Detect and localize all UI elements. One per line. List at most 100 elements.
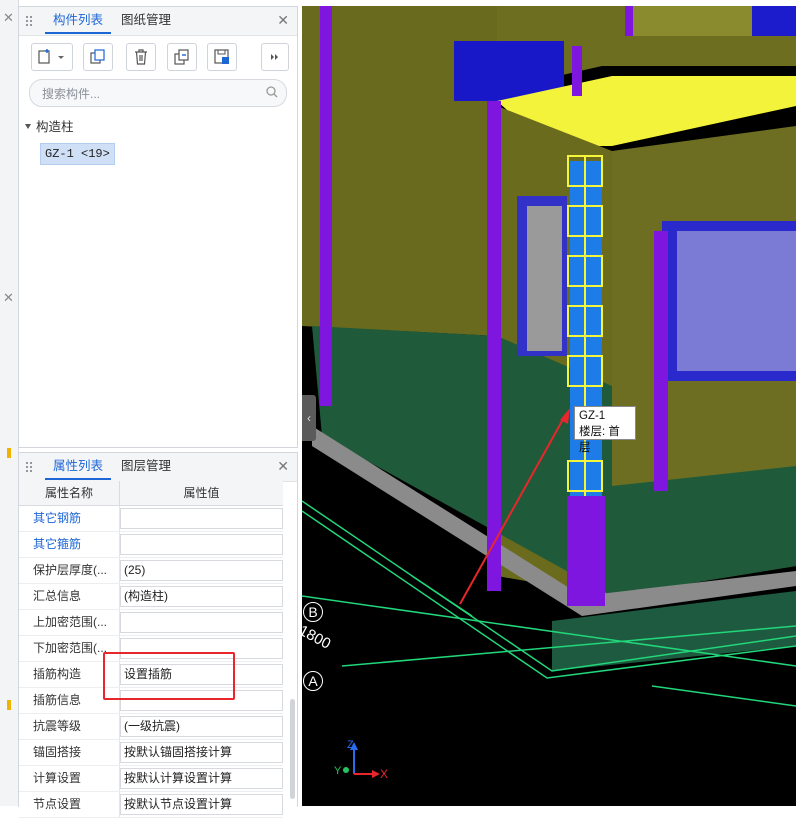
property-value-input[interactable]: 按默认锚固搭接计算 — [120, 742, 283, 763]
property-value-input[interactable] — [120, 534, 283, 555]
axis-z-label: Z — [347, 739, 354, 751]
property-row[interactable]: 计算设置 按默认计算设置计算 — [19, 766, 283, 792]
property-name[interactable]: 其它箍筋 — [19, 532, 119, 557]
component-tabbar: 构件列表 图纸管理 ✕ — [19, 7, 297, 36]
right-window-glass — [677, 231, 796, 371]
close-icon[interactable]: ✕ — [277, 12, 289, 29]
property-row[interactable]: 保护层厚度(... (25) — [19, 558, 283, 584]
back-window — [752, 6, 796, 36]
property-name: 节点设置 — [33, 797, 82, 811]
marker-icon — [7, 448, 11, 458]
property-row[interactable]: 汇总信息 (构造柱) — [19, 584, 283, 610]
property-value-input[interactable]: (25) — [120, 560, 283, 581]
marker-icon — [7, 700, 11, 710]
tree-node-label: 构造柱 — [36, 120, 74, 134]
search-box — [29, 79, 287, 107]
new-icon — [38, 49, 64, 64]
close-icon[interactable]: ✕ — [277, 458, 289, 475]
delete-icon — [135, 49, 147, 65]
property-value-input[interactable]: 按默认计算设置计算 — [120, 768, 283, 789]
property-value-input[interactable]: 按默认节点设置计算 — [120, 794, 283, 815]
property-value-cell: (25) — [119, 558, 283, 583]
property-value-input[interactable]: (构造柱) — [120, 586, 283, 607]
caret-down-icon[interactable] — [25, 124, 31, 129]
property-value-cell: 按默认计算设置计算 — [119, 766, 283, 791]
new-component-button[interactable] — [31, 43, 73, 71]
tree-item-gz-1[interactable]: GZ-1 <19> — [40, 143, 115, 165]
column-base — [567, 496, 605, 606]
property-name: 计算设置 — [33, 771, 82, 785]
tree-node-group[interactable]: 构造柱 — [25, 116, 74, 135]
axis-y-label: Y — [334, 765, 342, 777]
column — [487, 101, 501, 591]
column — [320, 6, 332, 406]
save-template-button[interactable] — [207, 43, 237, 71]
property-row[interactable]: 其它箍筋 — [19, 532, 283, 558]
copy-to-floor-icon — [174, 49, 189, 65]
property-value-cell — [119, 532, 283, 557]
property-name: 上加密范围(... — [33, 615, 107, 629]
tab-layer-management[interactable]: 图层管理 — [113, 453, 179, 480]
property-row[interactable]: 其它钢筋 — [19, 506, 283, 532]
property-name[interactable]: 其它钢筋 — [19, 506, 119, 531]
property-table: 属性名称 属性值 其它钢筋 其它箍筋保护层厚度(... (25) 汇总信息 (构造柱) 上… — [19, 481, 283, 818]
dimension-label: 1800 — [302, 622, 333, 653]
property-row[interactable]: 抗震等级 (一级抗震) — [19, 714, 283, 740]
axis-label-a: A — [303, 671, 323, 691]
tab-drawing-management[interactable]: 图纸管理 — [113, 7, 179, 34]
property-value-cell — [119, 610, 283, 635]
chevron-left-icon: ‹ — [307, 411, 311, 425]
property-value-cell: (构造柱) — [119, 584, 283, 609]
copy-icon — [90, 49, 105, 64]
column-header-value: 属性值 — [119, 481, 283, 505]
property-value-cell — [119, 506, 283, 531]
more-icon — [271, 54, 278, 60]
close-icon[interactable]: ✕ — [3, 290, 14, 306]
more-button[interactable] — [261, 43, 289, 71]
copy-button[interactable] — [83, 43, 113, 71]
drag-grip-icon[interactable] — [25, 15, 33, 27]
search-input[interactable] — [40, 84, 264, 104]
search-icon[interactable] — [266, 86, 278, 98]
property-list-panel: 属性列表 图层管理 ✕ 属性名称 属性值 其它钢筋 其它箍筋保护层厚度(... (2… — [18, 452, 298, 818]
element-tooltip: GZ-1 楼层: 首层 — [574, 406, 636, 454]
property-scrollbar[interactable] — [290, 699, 295, 799]
axis-label-b: B — [303, 602, 323, 622]
column — [572, 46, 582, 96]
property-value-input[interactable] — [120, 612, 283, 633]
collapse-panel-button[interactable]: ‹ — [302, 395, 316, 441]
tooltip-name: GZ-1 — [579, 410, 606, 422]
property-value-input[interactable]: (一级抗震) — [120, 716, 283, 737]
close-icon[interactable]: ✕ — [3, 10, 14, 26]
tab-component-list[interactable]: 构件列表 — [45, 7, 112, 34]
copy-to-floor-button[interactable] — [167, 43, 197, 71]
drag-grip-icon[interactable] — [25, 461, 33, 473]
property-name: 保护层厚度(... — [33, 563, 107, 577]
property-value-cell: 按默认节点设置计算 — [119, 792, 283, 817]
property-row[interactable]: 锚固搭接 按默认锚固搭接计算 — [19, 740, 283, 766]
property-tabbar: 属性列表 图层管理 ✕ — [19, 453, 297, 482]
tab-property-list[interactable]: 属性列表 — [45, 453, 112, 480]
property-table-header: 属性名称 属性值 — [19, 481, 283, 506]
left-wall-window-glass — [527, 206, 562, 351]
property-name: 锚固搭接 — [33, 745, 82, 759]
axis-gizmo: Z Y X — [334, 739, 388, 781]
delete-button[interactable] — [126, 43, 156, 71]
property-value-input[interactable] — [120, 508, 283, 529]
tooltip-floor: 楼层: 首层 — [579, 426, 620, 454]
model-scene: 1800 Z Y X — [302, 6, 796, 781]
column — [654, 231, 668, 491]
axis-x-label: X — [380, 767, 388, 781]
property-value-cell: (一级抗震) — [119, 714, 283, 739]
property-name: 抗震等级 — [33, 719, 82, 733]
save-icon — [214, 49, 229, 64]
property-name: 汇总信息 — [33, 589, 82, 603]
property-row[interactable]: 节点设置 按默认节点设置计算 — [19, 792, 283, 818]
component-list-panel: 构件列表 图纸管理 ✕ 搜索构件... 构造柱 GZ-1 <19> — [18, 6, 298, 448]
highlight-annotation — [103, 652, 235, 700]
column — [625, 6, 633, 36]
left-dock-strip: ✕ ✕ — [0, 0, 19, 806]
3d-viewport[interactable]: 1800 Z Y X — [302, 6, 796, 806]
column-header-name: 属性名称 — [44, 486, 93, 500]
property-row[interactable]: 上加密范围(... — [19, 610, 283, 636]
